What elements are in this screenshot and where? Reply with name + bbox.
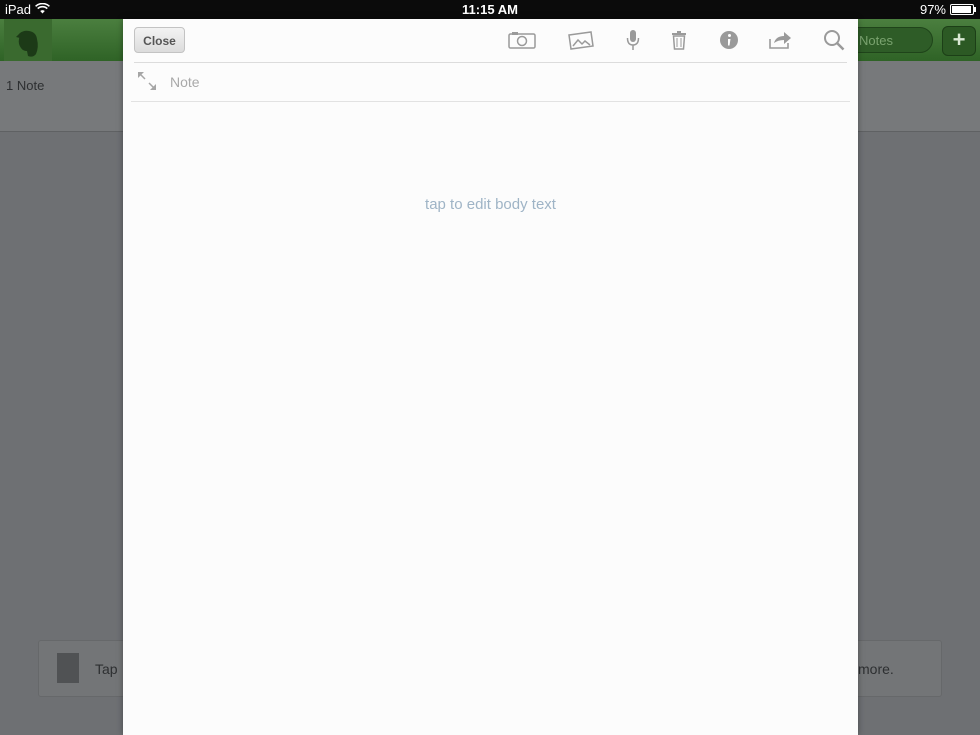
camera-icon[interactable] bbox=[508, 29, 536, 51]
close-button[interactable]: Close bbox=[134, 27, 185, 53]
status-time: 11:15 AM bbox=[462, 2, 518, 17]
info-icon[interactable] bbox=[715, 29, 743, 51]
editor-toolbar: Close bbox=[123, 19, 858, 62]
trash-icon[interactable] bbox=[665, 29, 693, 51]
toolbar-divider bbox=[134, 62, 847, 63]
search-icon[interactable] bbox=[820, 29, 848, 51]
document-add-icon bbox=[57, 653, 79, 683]
photo-library-icon[interactable] bbox=[567, 29, 595, 51]
status-bar: iPad 11:15 AM 97% bbox=[0, 0, 980, 19]
search-notes-field[interactable]: Notes bbox=[845, 27, 933, 53]
share-icon[interactable] bbox=[766, 29, 794, 51]
battery-percent: 97% bbox=[919, 2, 946, 17]
battery-level bbox=[952, 6, 972, 13]
note-editor-modal: Close tap to edit body text bbox=[123, 19, 858, 735]
battery-icon bbox=[950, 4, 976, 15]
hint-text-right: more. bbox=[858, 661, 894, 677]
expand-icon[interactable] bbox=[137, 71, 157, 91]
note-body-editor[interactable]: tap to edit body text bbox=[131, 102, 850, 727]
hint-text-left: Tap bbox=[95, 661, 118, 677]
note-count: 1 Note bbox=[6, 78, 45, 93]
microphone-icon[interactable] bbox=[619, 29, 647, 51]
body-placeholder: tap to edit body text bbox=[425, 196, 556, 213]
new-note-button[interactable]: + bbox=[942, 26, 976, 56]
note-title-input[interactable] bbox=[170, 72, 670, 92]
